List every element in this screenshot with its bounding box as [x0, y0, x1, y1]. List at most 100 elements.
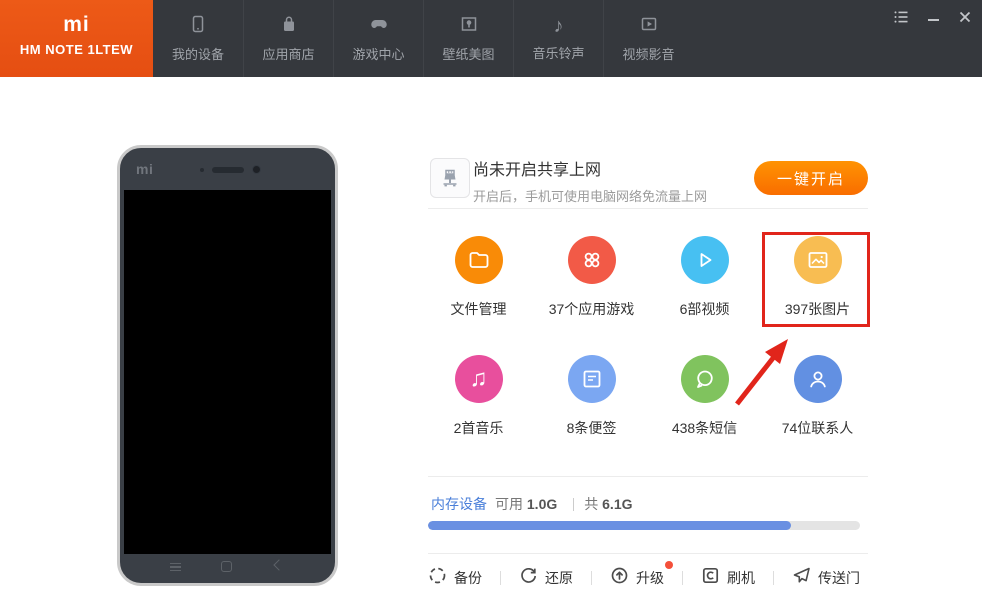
storage-separator [573, 498, 574, 511]
storage-progress-fill [428, 521, 791, 530]
flash-rom-button[interactable]: 刷机 [701, 566, 755, 590]
smartphone-icon [188, 14, 208, 37]
highlight-box [762, 232, 870, 327]
upgrade-button[interactable]: 升级 [610, 566, 664, 590]
storage-total-label: 共 [584, 494, 598, 514]
music-glyph: ♫ [470, 367, 488, 391]
tool-label: 升级 [636, 568, 664, 588]
phone-camera [252, 165, 261, 174]
music-item[interactable]: ♫ 2首音乐 [422, 355, 535, 438]
grid-row-2: ♫ 2首音乐 8条便签 438条短信 74位联系人 [422, 355, 874, 438]
tab-label: 音乐铃声 [532, 43, 584, 62]
mi-logo: mi [0, 13, 153, 37]
phone-screen [124, 190, 331, 554]
nav-tabs: 我的设备 应用商店 游戏中心 壁纸美图 ♪ [153, 0, 693, 77]
close-icon[interactable] [956, 8, 974, 26]
one-click-enable-button[interactable]: 一键开启 [754, 161, 868, 195]
tab-my-device[interactable]: 我的设备 [153, 0, 243, 77]
sms-item[interactable]: 438条短信 [648, 355, 761, 438]
tab-label: 视频影音 [622, 44, 674, 63]
apps-games-item[interactable]: 37个应用游戏 [535, 236, 648, 319]
tab-wallpapers[interactable]: 壁纸美图 [423, 0, 513, 77]
grid-item-label: 8条便签 [535, 418, 648, 438]
videos-item[interactable]: 6部视频 [648, 236, 761, 319]
tool-label: 传送门 [818, 568, 860, 588]
grid-item-label: 2首音乐 [422, 418, 535, 438]
tab-label: 游戏中心 [352, 44, 404, 63]
phone-home-key-icon [221, 561, 232, 572]
titlebar: mi HM NOTE 1LTEW 我的设备 应用商店 游戏中心 [0, 0, 982, 77]
tab-music[interactable]: ♪ 音乐铃声 [513, 0, 603, 77]
tab-label: 壁纸美图 [442, 44, 494, 63]
tab-game-center[interactable]: 游戏中心 [333, 0, 423, 77]
grid-item-label: 37个应用游戏 [535, 299, 648, 319]
note-icon [568, 355, 616, 403]
portal-button[interactable]: 传送门 [792, 566, 860, 590]
contacts-item[interactable]: 74位联系人 [761, 355, 874, 438]
share-subtitle: 开启后，手机可使用电脑网络免流量上网 [473, 186, 707, 205]
phone-speaker [212, 167, 244, 173]
storage-progress-bar [428, 521, 860, 530]
notes-item[interactable]: 8条便签 [535, 355, 648, 438]
backup-button[interactable]: 备份 [428, 566, 482, 590]
usb-plug-icon [430, 158, 470, 198]
phone-sensor-dot [200, 168, 204, 172]
gamepad-icon [369, 14, 389, 37]
share-texts: 尚未开启共享上网 开启后，手机可使用电脑网络免流量上网 [473, 156, 707, 205]
storage-available-value: 1.0G [527, 496, 557, 512]
storage-device-label: 内存设备 [431, 494, 487, 514]
mi-pc-suite-window: mi HM NOTE 1LTEW 我的设备 应用商店 游戏中心 [0, 0, 982, 609]
grid-item-label: 438条短信 [648, 418, 761, 438]
restore-button[interactable]: 还原 [519, 566, 573, 590]
divider [428, 208, 868, 209]
storage-available-label: 可用 [495, 494, 523, 514]
apps-icon [568, 236, 616, 284]
divider [428, 553, 868, 554]
video-play-icon [639, 14, 659, 37]
toolbar-separator [500, 571, 501, 585]
tab-label: 应用商店 [262, 44, 314, 63]
tool-label: 刷机 [727, 568, 755, 588]
shopping-bag-icon [279, 14, 299, 37]
phone-back-key-icon [273, 559, 284, 570]
share-title: 尚未开启共享上网 [473, 156, 707, 180]
upgrade-icon [610, 566, 629, 590]
minimize-icon[interactable] [924, 8, 942, 26]
music-icon: ♫ [455, 355, 503, 403]
folder-icon [455, 236, 503, 284]
phone-illustration: mi [117, 145, 338, 586]
divider [428, 476, 868, 477]
brand-block: mi HM NOTE 1LTEW [0, 0, 153, 77]
send-plane-icon [792, 566, 811, 590]
storage-total-value: 6.1G [602, 496, 632, 512]
menu-list-icon[interactable] [892, 8, 910, 26]
grid-item-label: 6部视频 [648, 299, 761, 319]
tool-label: 备份 [454, 568, 482, 588]
music-note-icon: ♪ [554, 16, 564, 36]
share-internet-section: 尚未开启共享上网 开启后，手机可使用电脑网络免流量上网 一键开启 [430, 156, 868, 200]
tab-video[interactable]: 视频影音 [603, 0, 693, 77]
phone-nav-keys [120, 559, 335, 577]
restore-icon [519, 566, 538, 590]
device-name: HM NOTE 1LTEW [0, 42, 153, 57]
toolbar-separator [773, 571, 774, 585]
tab-label: 我的设备 [172, 44, 224, 63]
chat-icon [681, 355, 729, 403]
update-badge-dot [665, 561, 673, 569]
toolbar-separator [591, 571, 592, 585]
wallpaper-icon [459, 14, 479, 37]
flash-rom-icon [701, 566, 720, 590]
tab-app-store[interactable]: 应用商店 [243, 0, 333, 77]
storage-info: 内存设备 可用 1.0G 共 6.1G [431, 494, 633, 514]
window-controls [892, 8, 974, 26]
file-manager-item[interactable]: 文件管理 [422, 236, 535, 319]
toolbar-separator [682, 571, 683, 585]
play-icon [681, 236, 729, 284]
backup-icon [428, 566, 447, 590]
phone-menu-key-icon [170, 563, 181, 571]
grid-item-label: 文件管理 [422, 299, 535, 319]
grid-item-label: 74位联系人 [761, 418, 874, 438]
tool-label: 还原 [545, 568, 573, 588]
contact-icon [794, 355, 842, 403]
bottom-toolbar: 备份 还原 升级 刷机 传送门 [428, 563, 860, 593]
